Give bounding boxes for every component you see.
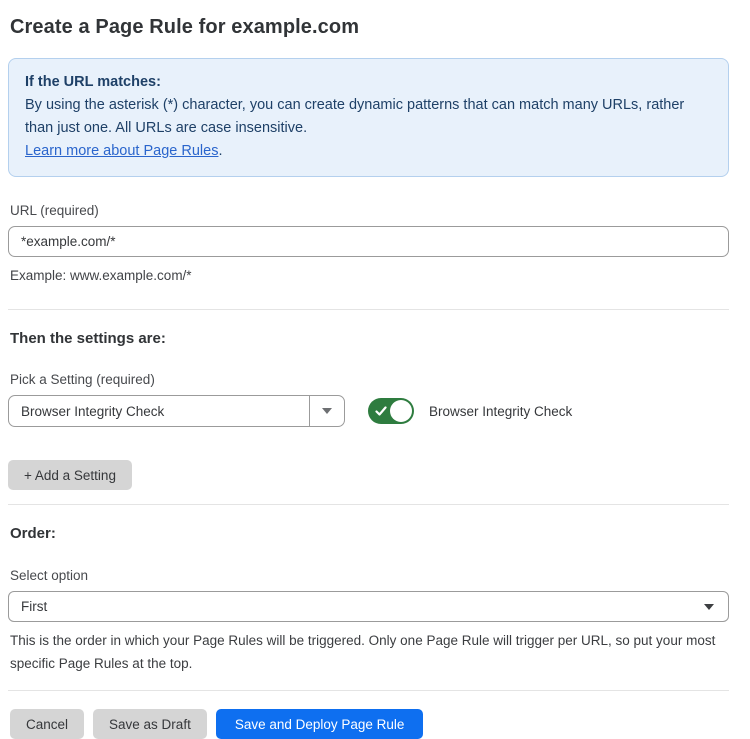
setting-dropdown-value: Browser Integrity Check — [9, 396, 309, 426]
info-box-body: By using the asterisk (*) character, you… — [25, 94, 712, 140]
cancel-button[interactable]: Cancel — [10, 709, 84, 739]
order-section-heading: Order: — [10, 525, 729, 542]
url-example-helper: Example: www.example.com/* — [10, 265, 729, 286]
setting-toggle[interactable] — [368, 398, 414, 424]
learn-more-link[interactable]: Learn more about Page Rules — [25, 143, 218, 159]
add-setting-button[interactable]: + Add a Setting — [8, 460, 132, 490]
divider — [8, 690, 729, 691]
info-box-heading: If the URL matches: — [25, 71, 712, 94]
setting-row: Browser Integrity Check Browser Integrit… — [8, 395, 729, 427]
order-select-value: First — [21, 599, 704, 614]
url-field-label: URL (required) — [10, 203, 729, 218]
check-icon — [375, 405, 387, 417]
order-helper-text: This is the order in which your Page Rul… — [10, 629, 729, 675]
setting-dropdown-arrow-button[interactable] — [309, 396, 344, 426]
chevron-down-icon — [322, 408, 332, 414]
url-input[interactable] — [8, 226, 729, 257]
order-select[interactable]: First — [8, 591, 729, 622]
pick-setting-label: Pick a Setting (required) — [10, 372, 729, 387]
link-suffix: . — [218, 143, 222, 159]
page-title: Create a Page Rule for example.com — [10, 16, 729, 39]
chevron-down-icon — [704, 604, 714, 610]
action-buttons-row: Cancel Save as Draft Save and Deploy Pag… — [10, 709, 729, 739]
setting-dropdown[interactable]: Browser Integrity Check — [8, 395, 345, 427]
info-box-link-line: Learn more about Page Rules. — [25, 140, 712, 163]
url-field-group: URL (required) Example: www.example.com/… — [8, 203, 729, 286]
toggle-knob — [390, 400, 412, 422]
divider — [8, 309, 729, 310]
toggle-label: Browser Integrity Check — [429, 404, 572, 419]
save-as-draft-button[interactable]: Save as Draft — [93, 709, 207, 739]
divider — [8, 504, 729, 505]
settings-section-heading: Then the settings are: — [10, 330, 729, 347]
select-option-label: Select option — [10, 568, 729, 583]
create-page-rule-form: Create a Page Rule for example.com If th… — [0, 0, 750, 739]
url-match-info-box: If the URL matches: By using the asteris… — [8, 58, 729, 177]
save-and-deploy-button[interactable]: Save and Deploy Page Rule — [216, 709, 424, 739]
